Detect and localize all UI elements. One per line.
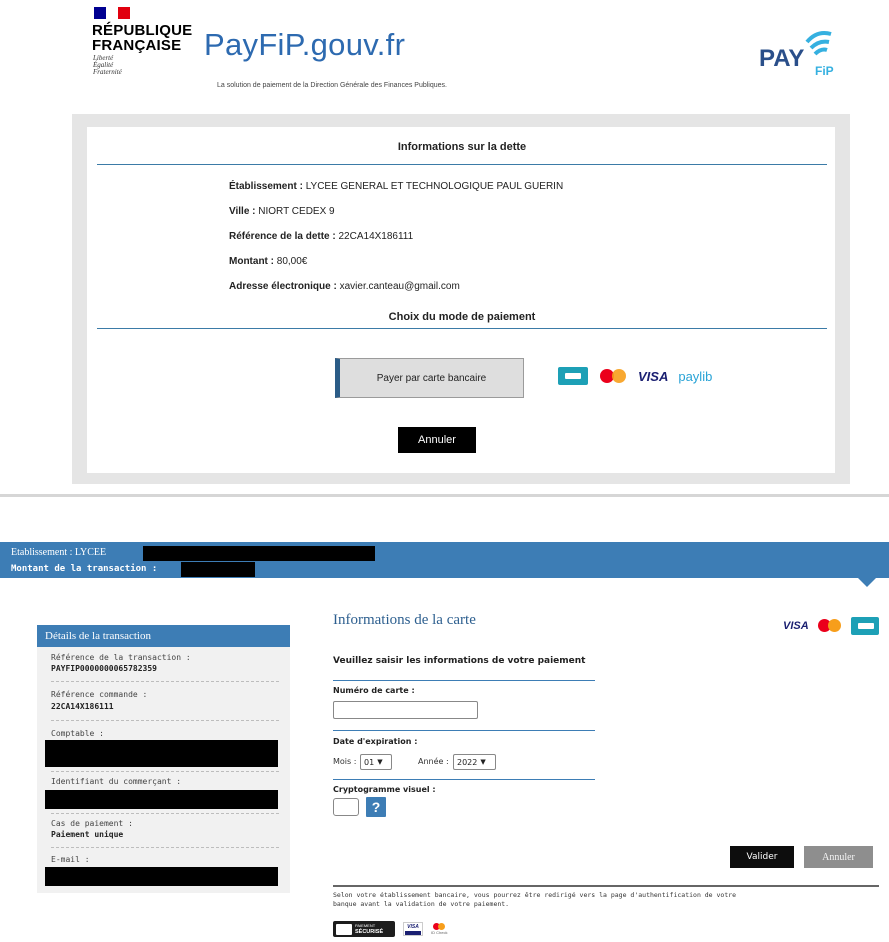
card-number-input[interactable]	[333, 701, 478, 719]
debt-label: Montant :	[229, 256, 274, 267]
order-ref-value: 22CA14X186111	[51, 702, 114, 711]
form-divider	[333, 730, 595, 731]
payment-case-value: Paiement unique	[51, 830, 124, 839]
cancel-payment-button[interactable]: Annuler	[804, 846, 873, 868]
payment-case-label: Cas de paiement :	[51, 819, 133, 828]
rf-name-line1: RÉPUBLIQUE	[92, 22, 193, 39]
footer-note: Selon votre établissement bancaire, vous…	[333, 891, 737, 908]
accepted-cards: VISA paylib	[558, 367, 712, 385]
accountant-label: Comptable :	[51, 729, 104, 738]
mini-visa-text: VISA	[407, 923, 419, 930]
transaction-details-title: Détails de la transaction	[37, 625, 290, 647]
cvv-label: Cryptogramme visuel :	[333, 785, 436, 794]
card-number-label: Numéro de carte :	[333, 686, 415, 695]
debt-value: 22CA14X186111	[338, 231, 414, 242]
payment-mode-title: Choix du mode de paiement	[388, 311, 536, 323]
year-label: Année :	[418, 757, 449, 766]
banner-notch	[858, 578, 876, 587]
secure-payment-badge: PAIEMENT SÉCURISÉ	[333, 921, 395, 937]
side-separator	[51, 720, 279, 721]
rf-name-line2: FRANÇAISE	[92, 37, 182, 54]
debt-card	[87, 127, 835, 473]
month-select[interactable]: 01 ▼	[360, 754, 392, 770]
cb-card-icon	[850, 617, 879, 635]
cvv-input[interactable]	[333, 798, 359, 816]
page-divider	[0, 494, 889, 497]
mastercard-id-check-icon: ID Check	[431, 923, 447, 935]
id-check-text: ID Check	[431, 930, 448, 935]
debt-label: Établissement :	[229, 181, 303, 192]
rf-motto: Liberté Égalité Fraternité	[93, 55, 122, 76]
chevron-down-icon: ▼	[377, 758, 383, 766]
year-select[interactable]: 2022 ▼	[453, 754, 496, 770]
lock-icon	[336, 923, 352, 935]
payfip-logo-icon: PAY FiP	[759, 31, 834, 78]
rf-motto-fraternite: Fraternité	[93, 68, 122, 76]
debt-row-etablissement: Établissement : LYCEE GENERAL ET TECHNOL…	[229, 181, 563, 192]
debt-value: xavier.canteau@gmail.com	[339, 281, 460, 292]
visa-icon: VISA	[638, 368, 669, 384]
redacted-email	[45, 867, 278, 886]
mastercard-icon	[598, 367, 628, 385]
card-brands: VISA	[783, 617, 879, 635]
card-info-title: Informations de la carte	[333, 612, 476, 628]
redacted-establishment	[143, 546, 375, 561]
security-badges: PAIEMENT SÉCURISÉ VISA ID Check	[333, 921, 447, 937]
order-ref-label: Référence commande :	[51, 690, 148, 699]
chevron-down-icon: ▼	[480, 758, 486, 766]
debt-value: 80,00€	[276, 256, 308, 267]
redacted-merchant-id	[45, 790, 278, 809]
visa-icon: VISA	[783, 620, 809, 632]
side-separator	[51, 847, 279, 848]
debt-row-ville: Ville : NIORT CEDEX 9	[229, 206, 335, 217]
banner-amount-label: Montant de la transaction :	[11, 564, 158, 574]
banner-establishment-label: Etablissement : LYCEE	[11, 547, 107, 558]
debt-row-montant: Montant : 80,00€	[229, 256, 307, 267]
debt-label: Référence de la dette :	[229, 231, 336, 242]
side-separator	[51, 813, 279, 814]
debt-row-reference: Référence de la dette : 22CA14X186111	[229, 231, 413, 242]
secure-badge-line2: SÉCURISÉ	[355, 929, 384, 935]
debt-row-email: Adresse électronique : xavier.canteau@gm…	[229, 281, 460, 292]
debt-label: Adresse électronique :	[229, 281, 337, 292]
visa-secure-icon: VISA	[403, 922, 423, 936]
form-divider	[333, 680, 595, 681]
redacted-accountant	[45, 740, 278, 767]
expiry-label: Date d'expiration :	[333, 737, 418, 746]
debt-label: Ville :	[229, 206, 256, 217]
paylib-icon: paylib	[678, 368, 713, 384]
french-flag-icon	[94, 7, 130, 19]
email-label: E-mail :	[51, 855, 90, 864]
pay-by-card-button[interactable]: Payer par carte bancaire	[335, 358, 524, 398]
form-divider	[333, 779, 595, 780]
debt-section-divider	[97, 164, 827, 165]
site-title[interactable]: PayFiP.gouv.fr	[204, 27, 405, 63]
mastercard-icon	[817, 617, 843, 635]
merchant-id-label: Identifiant du commerçant :	[51, 777, 182, 786]
republique-francaise-logo: RÉPUBLIQUE FRANÇAISE	[92, 23, 192, 53]
footer-divider	[333, 885, 879, 887]
month-value: 01	[364, 757, 375, 767]
transaction-ref-value: PAYFIP0000000065782359	[51, 664, 157, 673]
site-subtitle: La solution de paiement de la Direction …	[217, 82, 447, 89]
cb-card-icon	[558, 367, 588, 385]
help-icon[interactable]: ?	[366, 797, 386, 817]
transaction-ref-label: Référence de la transaction :	[51, 653, 191, 662]
side-separator	[51, 771, 279, 772]
month-label: Mois :	[333, 757, 357, 766]
debt-section-title: Informations sur la dette	[397, 141, 527, 153]
pay-logo-sub: FiP	[815, 64, 834, 78]
payment-mode-divider	[97, 328, 827, 329]
pay-logo-text: PAY	[759, 45, 804, 72]
debt-value: LYCEE GENERAL ET TECHNOLOGIQUE PAUL GUER…	[305, 181, 564, 192]
cancel-button[interactable]: Annuler	[398, 427, 476, 453]
debt-value: NIORT CEDEX 9	[258, 206, 335, 217]
validate-button[interactable]: Valider	[730, 846, 794, 868]
redacted-amount	[181, 562, 255, 577]
side-separator	[51, 681, 279, 682]
year-value: 2022	[457, 757, 478, 767]
form-intro: Veuillez saisir les informations de votr…	[333, 656, 586, 666]
